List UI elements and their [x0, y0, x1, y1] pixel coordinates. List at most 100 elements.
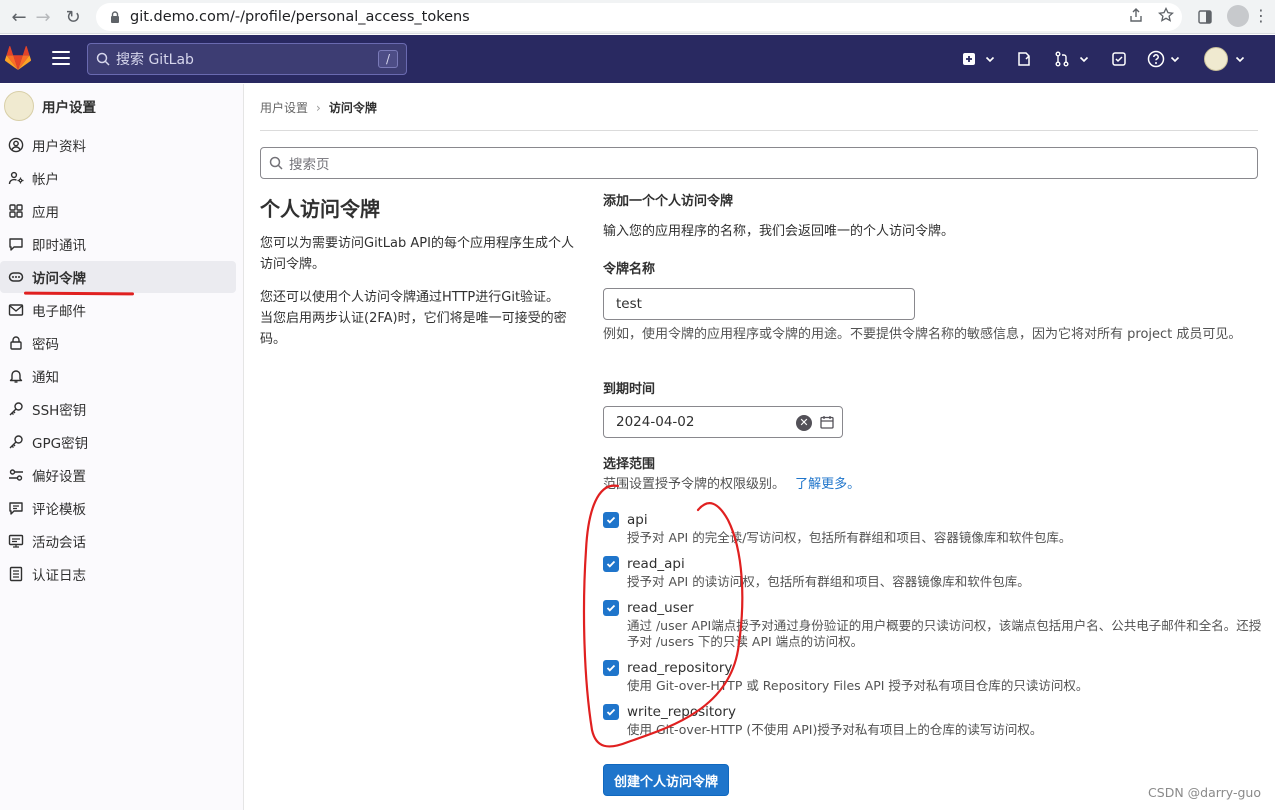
issues-button[interactable]	[1016, 49, 1032, 69]
user-icon	[8, 137, 24, 153]
todos-button[interactable]	[1111, 49, 1127, 69]
browser-toolbar: ← → ↻ git.demo.com/-/profile/personal_ac…	[0, 0, 1275, 34]
sidebar-item-label: 认证日志	[32, 568, 86, 584]
forward-icon[interactable]: →	[28, 2, 58, 32]
browser-profile-avatar[interactable]	[1227, 5, 1249, 27]
address-bar[interactable]: git.demo.com/-/profile/personal_access_t…	[96, 3, 1182, 31]
breadcrumb-parent-link[interactable]: 用户设置	[260, 99, 308, 116]
calendar-icon[interactable]	[820, 415, 834, 429]
issues-icon	[1018, 52, 1030, 66]
sidebar-item-label: 通知	[32, 370, 59, 386]
sidebar-item-auth-log[interactable]: 认证日志	[0, 558, 236, 590]
search-icon	[96, 52, 110, 66]
sidebar-item-label: 即时通讯	[32, 238, 86, 254]
sidebar-item-preferences[interactable]: 偏好设置	[0, 459, 236, 491]
sidebar-item-profile[interactable]: 用户资料	[0, 129, 236, 161]
sidebar-item-label: GPG密钥	[32, 436, 89, 452]
sidebar-item-label: SSH密钥	[32, 403, 87, 419]
sidebar-context-header[interactable]: 用户设置	[4, 90, 96, 122]
sidebar-item-label: 用户资料	[32, 139, 86, 155]
create-token-button[interactable]: 创建个人访问令牌	[603, 764, 730, 796]
comment-icon	[9, 502, 23, 515]
merge-requests-button[interactable]	[1054, 49, 1090, 69]
user-avatar[interactable]	[1204, 47, 1228, 71]
sidebar-item-ssh-keys[interactable]: SSH密钥	[0, 393, 236, 425]
intro-paragraph: 您可以为需要访问GitLab API的每个应用程序生成个人访问令牌。	[260, 236, 574, 272]
mail-icon	[8, 304, 24, 316]
todo-check-icon	[1112, 52, 1126, 66]
gitlab-logo-icon[interactable]	[4, 45, 32, 73]
sidebar-item-account[interactable]: 帐户	[0, 162, 236, 194]
sidebar-item-password[interactable]: 密码	[0, 327, 236, 359]
form-heading: 添加一个个人访问令牌	[603, 194, 734, 209]
sidebar-item-notifications[interactable]: 通知	[0, 360, 236, 392]
new-dropdown-button[interactable]	[962, 49, 996, 69]
user-menu-chevron[interactable]	[1234, 49, 1246, 69]
browser-menu-icon[interactable]: ⋮	[1253, 6, 1269, 26]
sidebar-item-comment-templates[interactable]: 评论模板	[0, 492, 236, 524]
key-icon	[9, 402, 23, 416]
side-panel-icon[interactable]	[1192, 4, 1218, 30]
annotation-scribble	[582, 484, 744, 748]
token-name-label: 令牌名称	[603, 262, 656, 277]
merge-request-icon	[1055, 51, 1069, 67]
sidebar-item-chat[interactable]: 即时通讯	[0, 228, 236, 260]
chevron-down-icon	[1170, 56, 1180, 63]
sidebar-item-applications[interactable]: 应用	[0, 195, 236, 227]
sidebar-item-emails[interactable]: 电子邮件	[0, 294, 236, 326]
intro-column: 个人访问令牌 您可以为需要访问GitLab API的每个应用程序生成个人访问令牌…	[260, 192, 576, 350]
applications-icon	[9, 204, 23, 218]
url-text: git.demo.com/-/profile/personal_access_t…	[130, 9, 470, 25]
top-navbar: 搜索 GitLab /	[0, 35, 1275, 83]
sidebar-title: 用户设置	[42, 100, 96, 116]
breadcrumb-current[interactable]: 访问令牌	[329, 99, 377, 116]
breadcrumb: 用户设置 › 访问令牌	[260, 99, 377, 116]
sidebar-item-label: 活动会话	[32, 535, 86, 551]
global-search-placeholder: 搜索 GitLab	[116, 52, 194, 68]
chevron-down-icon	[1235, 56, 1245, 63]
user-avatar	[4, 91, 34, 121]
plus-square-icon	[963, 53, 975, 65]
intro-paragraph-git: 您还可以使用个人访问令牌通过HTTP进行Git验证。 当您启用两步认证(2FA)…	[260, 290, 567, 347]
sidebar-item-label: 应用	[32, 205, 59, 221]
expiry-label: 到期时间	[603, 382, 656, 397]
sidebar-item-label: 密码	[32, 337, 59, 353]
learn-more-link[interactable]: 了解更多。	[795, 477, 860, 492]
chevron-right-icon: ›	[316, 100, 321, 115]
help-dropdown-button[interactable]	[1147, 49, 1181, 69]
sidebar-item-access-tokens[interactable]: 访问令牌	[0, 261, 236, 293]
form-intro: 输入您的应用程序的名称，我们会返回唯一的个人访问令牌。	[603, 224, 955, 239]
chevron-down-icon	[985, 56, 995, 63]
scopes-label: 选择范围	[603, 457, 656, 472]
key-icon	[9, 435, 23, 449]
sidebar-item-label: 电子邮件	[32, 304, 86, 320]
token-name-input[interactable]: test	[603, 288, 915, 320]
search-shortcut-badge: /	[378, 50, 398, 68]
page-title: 个人访问令牌	[260, 197, 380, 221]
sidebar-item-label: 访问令牌	[32, 271, 86, 287]
clear-icon[interactable]: ✕	[796, 415, 812, 431]
watermark-text: CSDN @darry-guo	[1148, 785, 1261, 800]
lock-icon	[111, 11, 119, 23]
lock-icon	[10, 336, 22, 350]
account-icon	[8, 171, 24, 185]
log-icon	[9, 566, 23, 582]
sidebar-item-active-sessions[interactable]: 活动会话	[0, 525, 236, 557]
sidebar-item-label: 评论模板	[32, 502, 86, 518]
expiry-date-value: 2024-04-02	[616, 414, 695, 430]
global-search-input[interactable]: 搜索 GitLab /	[87, 43, 407, 75]
monitor-icon	[8, 534, 24, 548]
bookmark-star-icon[interactable]	[1158, 7, 1174, 23]
chevron-down-icon	[1079, 56, 1089, 63]
settings-search-input[interactable]: 搜索页	[260, 147, 1258, 179]
bell-icon	[9, 370, 23, 383]
reload-icon[interactable]: ↻	[58, 2, 88, 32]
search-icon	[269, 156, 283, 170]
preferences-icon	[9, 469, 23, 481]
sidebar-item-gpg-keys[interactable]: GPG密钥	[0, 426, 236, 458]
settings-sidebar: 用户设置 用户资料 帐户 应用 即时通讯 访问令牌 电子邮件 密码 通知 SSH…	[0, 84, 244, 810]
expiry-date-input[interactable]: 2024-04-02 ✕	[603, 406, 843, 438]
menu-toggle-button[interactable]	[52, 51, 70, 67]
share-icon[interactable]	[1128, 7, 1144, 23]
main-content: 用户设置 › 访问令牌 搜索页 个人访问令牌 您可以为需要访问GitLab AP…	[245, 84, 1275, 810]
